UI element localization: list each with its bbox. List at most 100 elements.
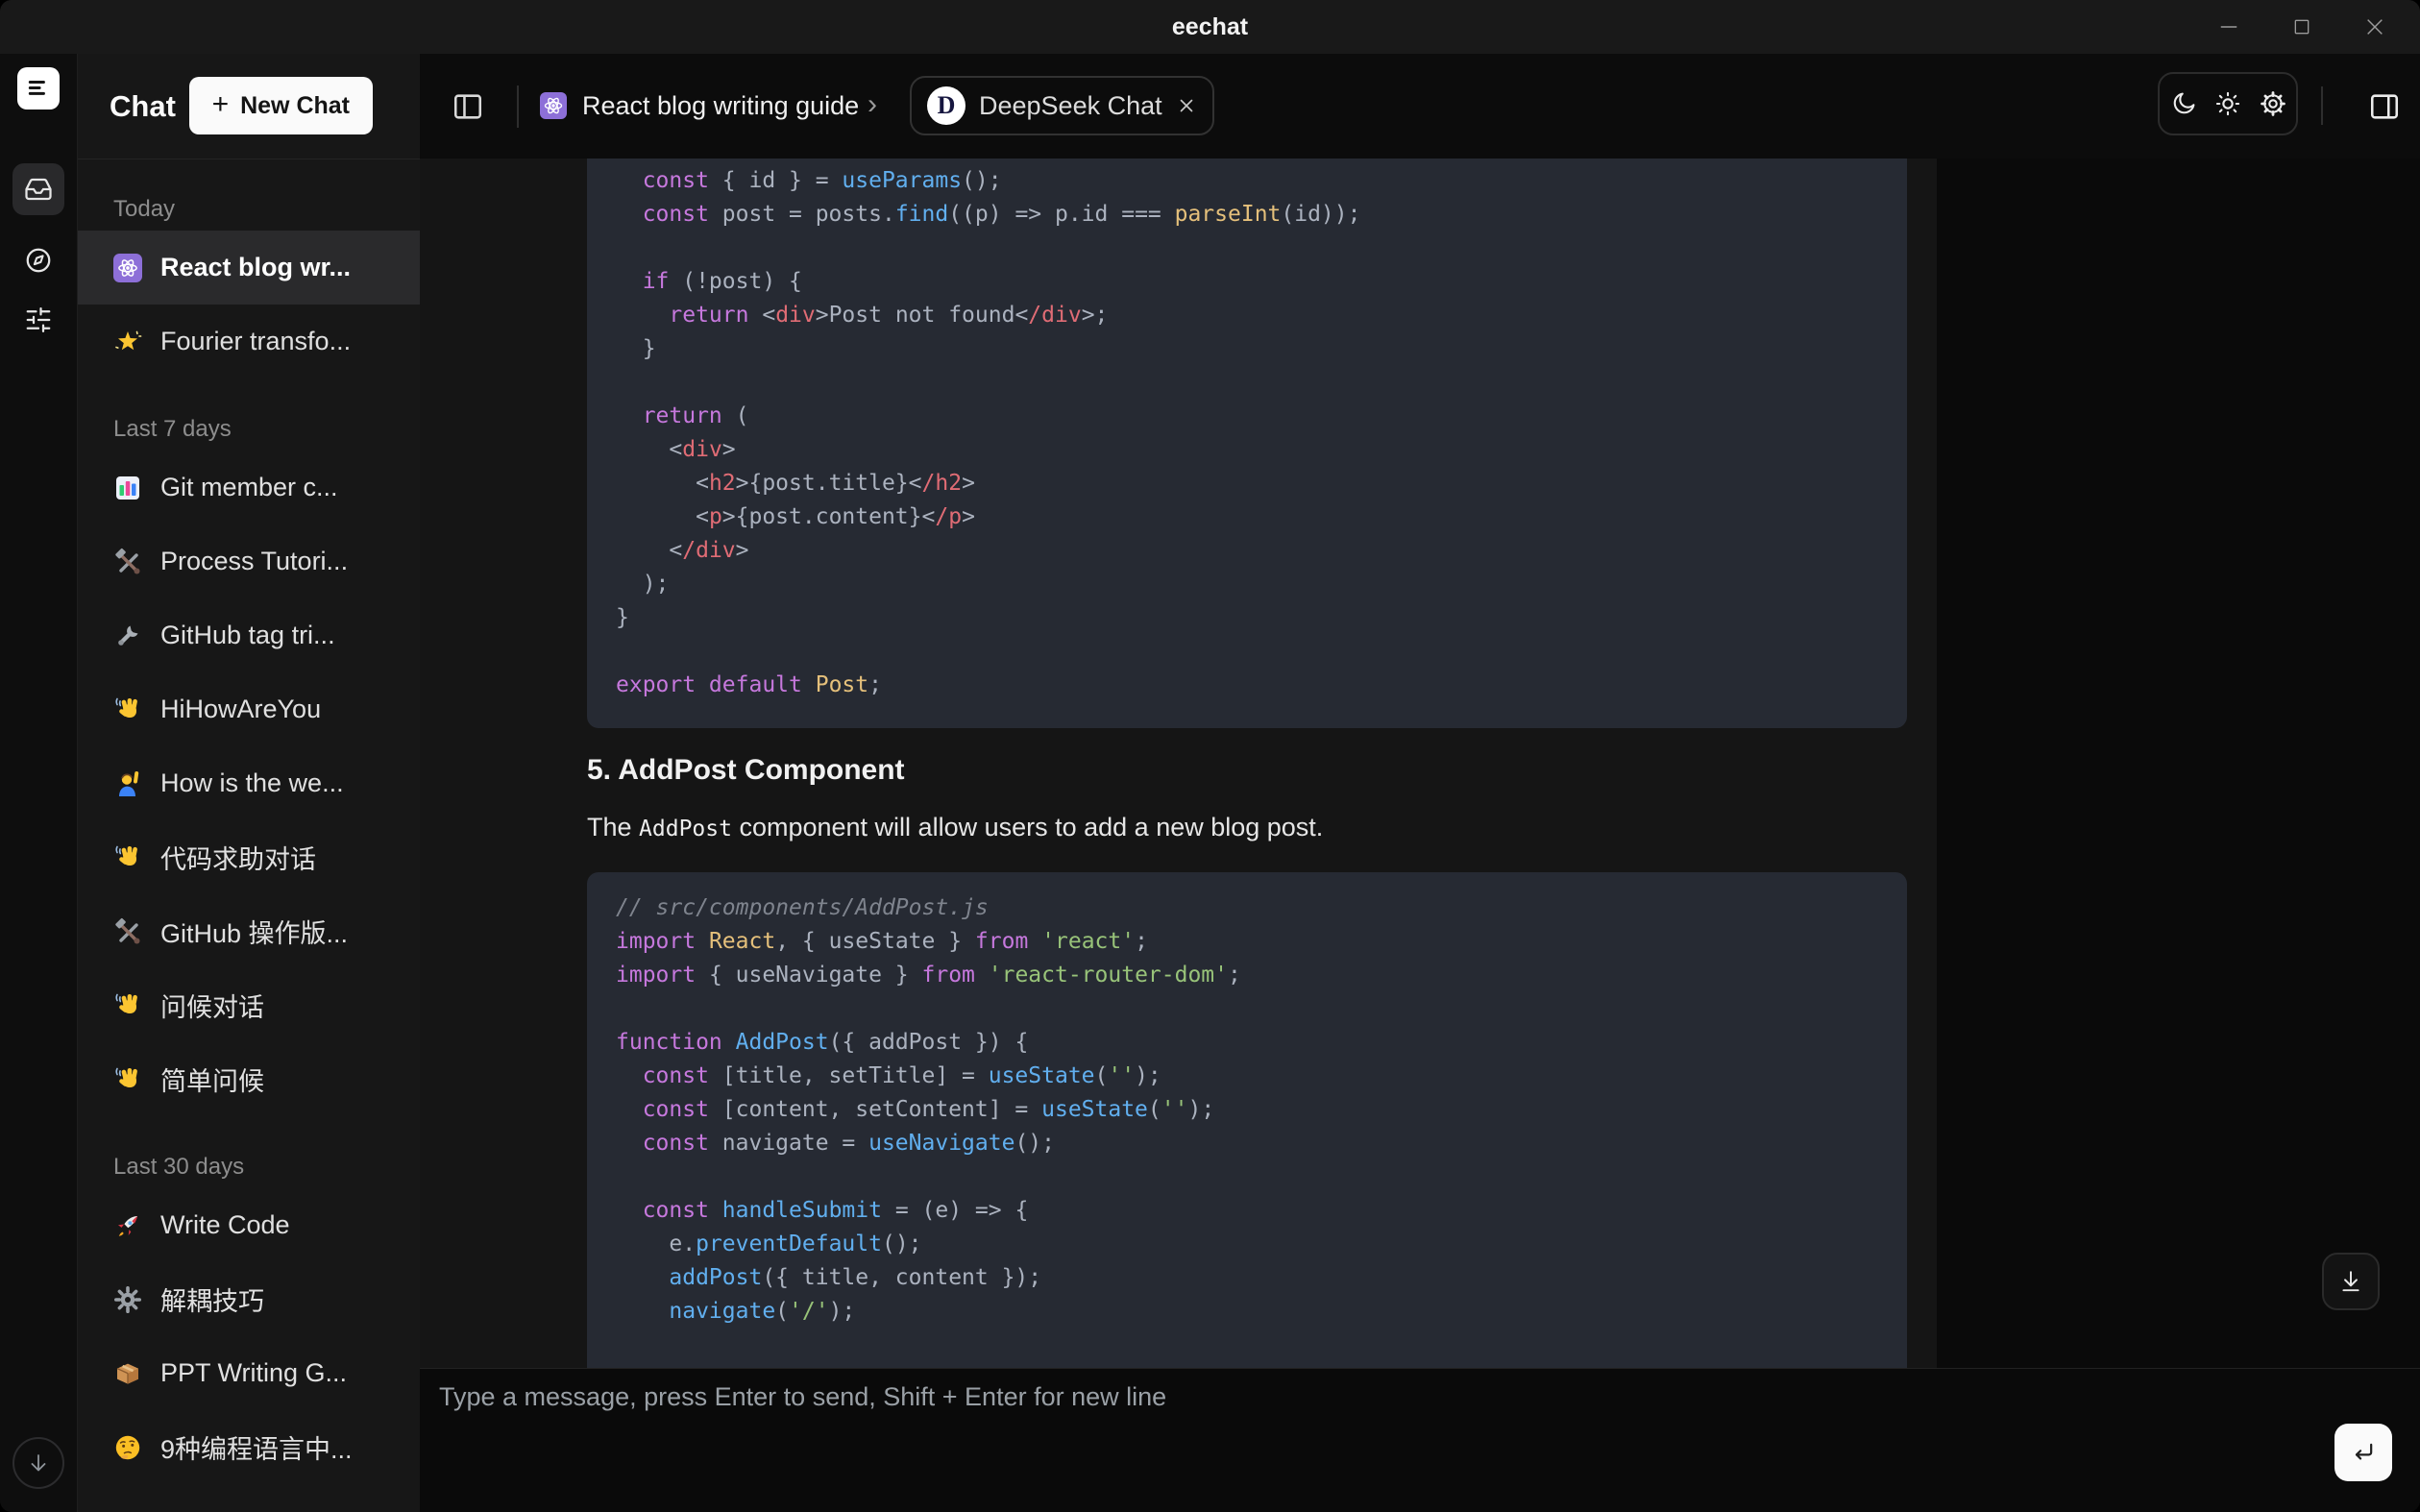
chat-history-item[interactable]: Process Tutori... — [78, 524, 420, 598]
panel-right-icon — [2368, 90, 2401, 123]
plus-icon: + — [212, 90, 230, 119]
header-divider — [2321, 86, 2323, 125]
minimize-button[interactable] — [2195, 0, 2262, 54]
code-line: <p>{post.content}</p> — [616, 500, 1880, 534]
chat-history-item[interactable]: 9种编程语言中... — [78, 1410, 420, 1484]
close-icon — [1176, 95, 1197, 116]
chat-item-label: Process Tutori... — [160, 547, 348, 576]
chat-item-label: PPT Writing G... — [160, 1358, 347, 1388]
glowing-star-icon — [113, 328, 142, 356]
code-line: const { id } = useParams(); — [616, 164, 1880, 198]
toggle-sidebar-button[interactable] — [439, 54, 497, 159]
chat-item-label: Git member c... — [160, 473, 338, 502]
chat-history-item[interactable]: Fourier transfo... — [78, 305, 420, 378]
chat-item-label: Write Code — [160, 1210, 290, 1240]
composer — [420, 1368, 2420, 1512]
waving-hand-icon — [113, 695, 142, 724]
hammer-wrench-icon — [113, 917, 142, 946]
maximize-icon — [2292, 17, 2311, 37]
arrow-down-to-line-icon — [2338, 1269, 2363, 1294]
code-line — [616, 635, 1880, 669]
waving-hand-icon — [113, 1065, 142, 1094]
message-input[interactable] — [437, 1380, 2266, 1500]
code-line: ); — [616, 568, 1880, 601]
chat-history-list: TodayReact blog wr...Fourier transfo...L… — [78, 159, 420, 1512]
raising-hand-icon — [113, 769, 142, 798]
chat-message-area[interactable]: const { id } = useParams(); const post =… — [420, 159, 2420, 1369]
chat-history-item[interactable]: Git member c... — [78, 451, 420, 524]
rail-item-discover[interactable] — [12, 234, 64, 286]
rail-item-chats[interactable] — [12, 163, 64, 215]
rocket-icon — [113, 1211, 142, 1240]
code-line: if (!post) { — [616, 265, 1880, 299]
code-line: import React, { useState } from 'react'; — [616, 925, 1880, 959]
sliders-icon — [24, 305, 53, 334]
app-logo[interactable] — [17, 67, 60, 110]
chat-history-item[interactable]: PPT Writing G... — [78, 1336, 420, 1410]
scroll-to-bottom-button[interactable] — [2322, 1253, 2380, 1310]
section-label: Last 7 days — [78, 378, 420, 451]
code-block-post-component: const { id } = useParams(); const post =… — [587, 159, 1907, 728]
sidebar-header: Chat + New Chat — [78, 54, 420, 159]
chat-item-label: React blog wr... — [160, 253, 351, 282]
code-line: } — [616, 601, 1880, 635]
code-line: } — [616, 332, 1880, 366]
chat-history-item[interactable]: GitHub tag tri... — [78, 598, 420, 672]
close-button[interactable] — [2341, 0, 2408, 54]
chat-history-item[interactable]: React blog wr... — [78, 231, 420, 305]
moon-icon — [2170, 90, 2197, 117]
code-line: const [title, setTitle] = useState(''); — [616, 1060, 1880, 1093]
compass-icon — [24, 246, 53, 275]
chat-history-item[interactable]: HiHowAreYou — [78, 672, 420, 746]
code-line — [616, 366, 1880, 400]
rail-item-settings[interactable] — [12, 294, 64, 346]
theme-system-button[interactable] — [2252, 75, 2294, 133]
inbox-icon — [24, 175, 53, 204]
return-icon — [2350, 1439, 2377, 1466]
panel-left-icon — [452, 90, 484, 123]
wrench-icon — [113, 622, 142, 650]
code-line: export default Post; — [616, 669, 1880, 702]
chat-item-label: 解耦技巧 — [160, 1280, 264, 1318]
section-label: Last 30 days — [78, 1116, 420, 1188]
gear-icon — [113, 1285, 142, 1314]
section-heading: 5. AddPost Component — [587, 753, 1907, 788]
model-tab-label: DeepSeek Chat — [979, 91, 1162, 121]
theme-light-button[interactable] — [2207, 75, 2249, 133]
chat-item-label: 简单问候 — [160, 1061, 264, 1098]
code-line: const handleSubmit = (e) => { — [616, 1194, 1880, 1228]
code-line: function AddPost({ addPost }) { — [616, 1026, 1880, 1060]
code-line: addPost({ title, content }); — [616, 1261, 1880, 1295]
chat-item-label: HiHowAreYou — [160, 695, 321, 724]
chat-history-item[interactable]: GitHub 操作版... — [78, 894, 420, 968]
rail-scroll-down-button[interactable] — [12, 1437, 64, 1489]
close-icon — [2364, 16, 2385, 37]
section-label: Today — [78, 159, 420, 231]
chat-history-item[interactable]: 简单问候 — [78, 1042, 420, 1116]
new-chat-button[interactable]: + New Chat — [189, 77, 373, 134]
code-line — [616, 992, 1880, 1026]
chat-history-item[interactable]: How is the we... — [78, 746, 420, 820]
package-icon — [113, 1359, 142, 1388]
sidebar: Chat + New Chat Today React blog wr... Fou… — [77, 54, 420, 1512]
code-line — [616, 1160, 1880, 1194]
code-line: return <div>Post not found</div>; — [616, 299, 1880, 332]
new-chat-label: New Chat — [240, 92, 350, 120]
code-line: return ( — [616, 400, 1880, 433]
code-line: <div> — [616, 433, 1880, 467]
maximize-button[interactable] — [2268, 0, 2335, 54]
chat-history-item[interactable]: 解耦技巧 — [78, 1262, 420, 1336]
sidebar-title: Chat — [110, 54, 176, 159]
model-tab-close-button[interactable] — [1176, 95, 1197, 116]
send-button[interactable] — [2334, 1424, 2392, 1481]
model-tab[interactable]: D DeepSeek Chat — [910, 76, 1214, 135]
toggle-right-panel-button[interactable] — [2351, 54, 2418, 159]
chat-history-item[interactable]: 问候对话 — [78, 968, 420, 1042]
chat-item-label: GitHub tag tri... — [160, 621, 335, 650]
theme-dark-button[interactable] — [2163, 75, 2205, 133]
code-line: navigate('/'); — [616, 1295, 1880, 1329]
chat-item-label: 问候对话 — [160, 987, 264, 1024]
chat-history-item[interactable]: 代码求助对话 — [78, 820, 420, 894]
breadcrumb-topic-title[interactable]: React blog writing guide — [582, 54, 859, 159]
chat-history-item[interactable]: Write Code — [78, 1188, 420, 1262]
